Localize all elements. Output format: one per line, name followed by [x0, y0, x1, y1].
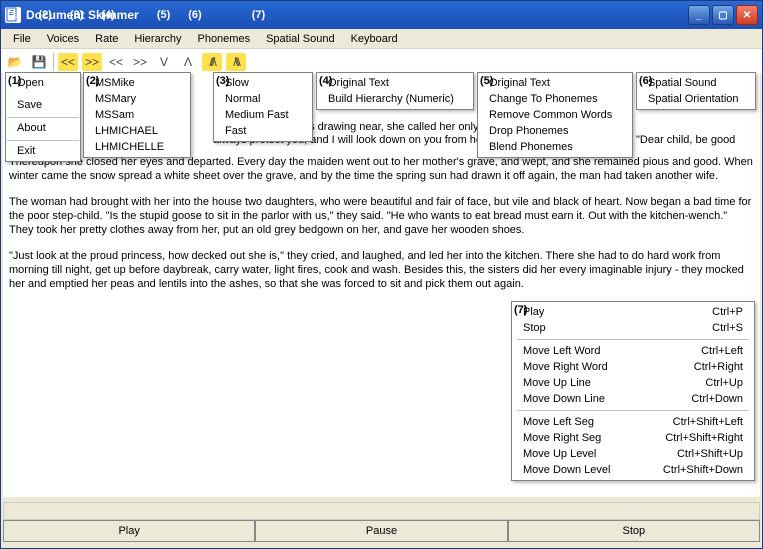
phon-original[interactable]: Original Text: [479, 75, 631, 91]
rewind-icon[interactable]: <<: [106, 53, 126, 71]
toolbar-divider: [53, 53, 54, 71]
phon-blend[interactable]: Blend Phonemes: [479, 139, 631, 155]
menu-voices[interactable]: Voices: [39, 31, 87, 47]
pause-button[interactable]: Pause: [255, 520, 507, 542]
kb-move-down-level[interactable]: Move Down LevelCtrl+Shift+Down: [513, 462, 753, 478]
badge-4: (4): [319, 75, 332, 87]
voice-lhmichelle[interactable]: LHMICHELLE: [85, 139, 189, 155]
badge-3: (3): [216, 75, 229, 87]
file-save[interactable]: Save: [7, 97, 79, 113]
status-bar: [3, 502, 760, 520]
phon-drop[interactable]: Drop Phonemes: [479, 123, 631, 139]
kb-move-up-line[interactable]: Move Up LineCtrl+Up: [513, 375, 753, 391]
rate-medium-fast[interactable]: Medium Fast: [215, 107, 311, 123]
dropdown-voices[interactable]: (2) MSMike MSMary MSSam LHMICHAEL LHMICH…: [83, 72, 191, 158]
phon-change[interactable]: Change To Phonemes: [479, 91, 631, 107]
title-number-overlay: (1) (2) (3) (4) (5) (6) (7): [7, 9, 265, 21]
menu-spatial[interactable]: Spatial Sound: [258, 31, 343, 47]
menu-keyboard[interactable]: Keyboard: [343, 31, 406, 47]
kb-move-left-seg[interactable]: Move Left SegCtrl+Shift+Left: [513, 414, 753, 430]
rewind-fast-icon[interactable]: <<: [58, 53, 78, 71]
forward-icon[interactable]: >>: [130, 53, 150, 71]
rate-fast[interactable]: Fast: [215, 123, 311, 139]
maximize-button[interactable]: ▢: [712, 5, 734, 25]
menu-bar: File Voices Rate Hierarchy Phonemes Spat…: [1, 29, 762, 49]
prev-track-icon[interactable]: ///\: [202, 53, 222, 71]
kb-play[interactable]: PlayCtrl+P: [513, 304, 753, 320]
badge-2: (2): [86, 75, 99, 87]
file-about[interactable]: About: [7, 117, 79, 136]
dropdown-rate[interactable]: (3) Slow Normal Medium Fast Fast: [213, 72, 313, 142]
dropdown-spatial[interactable]: (6) Spatial Sound Spatial Orientation: [636, 72, 756, 110]
kb-stop[interactable]: StopCtrl+S: [513, 320, 753, 336]
dropdown-file[interactable]: (1) Open Save About Exit: [5, 72, 81, 162]
badge-5: (5): [480, 75, 493, 87]
voice-msmike[interactable]: MSMike: [85, 75, 189, 91]
badge-7: (7): [514, 304, 527, 316]
menu-rate[interactable]: Rate: [87, 31, 126, 47]
phon-remove[interactable]: Remove Common Words: [479, 107, 631, 123]
file-exit[interactable]: Exit: [7, 140, 79, 159]
menu-file[interactable]: File: [5, 31, 39, 47]
badge-6: (6): [639, 75, 652, 87]
hier-original[interactable]: Original Text: [318, 75, 472, 91]
up-icon[interactable]: Λ: [178, 53, 198, 71]
save-icon[interactable]: 💾: [29, 53, 49, 71]
toolbar: 📂 💾 << >> << >> V Λ ///\ /\\\: [1, 49, 762, 73]
down-icon[interactable]: V: [154, 53, 174, 71]
body-fragment-c: as drawing near, she called her only d: [303, 120, 488, 134]
voice-lhmichael[interactable]: LHMICHAEL: [85, 123, 189, 139]
rate-normal[interactable]: Normal: [215, 91, 311, 107]
kb-move-right-seg[interactable]: Move Right SegCtrl+Shift+Right: [513, 430, 753, 446]
spatial-orientation[interactable]: Spatial Orientation: [638, 91, 754, 107]
menu-hierarchy[interactable]: Hierarchy: [126, 31, 189, 47]
kb-move-left-word[interactable]: Move Left WordCtrl+Left: [513, 343, 753, 359]
stop-button[interactable]: Stop: [508, 520, 760, 542]
spatial-sound[interactable]: Spatial Sound: [638, 75, 754, 91]
open-icon[interactable]: 📂: [5, 53, 25, 71]
dropdown-phonemes[interactable]: (5) Original Text Change To Phonemes Rem…: [477, 72, 633, 158]
minimize-button[interactable]: _: [688, 5, 710, 25]
play-button[interactable]: Play: [3, 520, 255, 542]
body-paragraph-4: "Just look at the proud princess, how de…: [9, 249, 754, 291]
body-fragment-b: "Dear child, be good: [636, 133, 735, 147]
body-paragraph-3: The woman had brought with her into the …: [9, 195, 754, 237]
next-track-icon[interactable]: /\\\: [226, 53, 246, 71]
menu-phonemes[interactable]: Phonemes: [189, 31, 258, 47]
hier-build[interactable]: Build Hierarchy (Numeric): [318, 91, 472, 107]
kb-move-right-word[interactable]: Move Right WordCtrl+Right: [513, 359, 753, 375]
dropdown-hierarchy[interactable]: (4) Original Text Build Hierarchy (Numer…: [316, 72, 474, 110]
close-button[interactable]: ✕: [736, 5, 758, 25]
dropdown-keyboard[interactable]: (7) PlayCtrl+PStopCtrl+S Move Left WordCt…: [511, 301, 755, 481]
body-paragraph-2: Thereupon she closed her eyes and depart…: [9, 155, 754, 183]
badge-1: (1): [8, 75, 21, 87]
forward-fast-icon[interactable]: >>: [82, 53, 102, 71]
kb-move-down-line[interactable]: Move Down LineCtrl+Down: [513, 391, 753, 407]
bottom-bar: Play Pause Stop: [3, 520, 760, 542]
voice-msmary[interactable]: MSMary: [85, 91, 189, 107]
voice-mssam[interactable]: MSSam: [85, 107, 189, 123]
kb-move-up-level[interactable]: Move Up LevelCtrl+Shift+Up: [513, 446, 753, 462]
